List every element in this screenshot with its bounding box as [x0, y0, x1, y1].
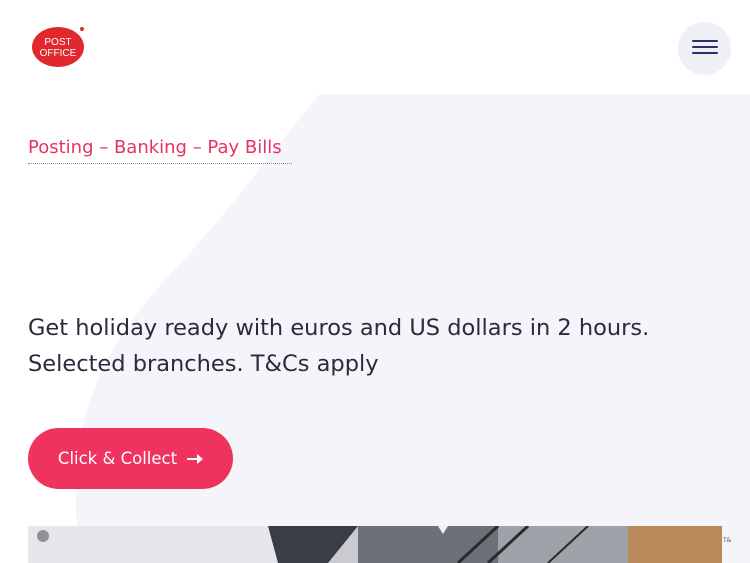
- site-header: POST OFFICE: [0, 0, 750, 94]
- hero-image: [28, 526, 722, 563]
- cta-label: Click & Collect: [57, 449, 178, 468]
- promo-text: Get holiday ready with euros and US doll…: [28, 315, 650, 377]
- svg-text:POST: POST: [44, 37, 71, 48]
- arrow-right-icon: [187, 449, 204, 468]
- image-corner-text: T&: [723, 537, 732, 544]
- hamburger-menu-icon: [691, 39, 718, 59]
- menu-button[interactable]: [678, 22, 731, 75]
- post-office-logo[interactable]: POST OFFICE: [31, 26, 85, 68]
- svg-text:OFFICE: OFFICE: [40, 48, 77, 59]
- page: POST OFFICE Posting – Banking – Pay Bill…: [0, 0, 750, 563]
- click-and-collect-button[interactable]: Click & Collect: [28, 428, 233, 489]
- services-link[interactable]: Posting – Banking – Pay Bills: [28, 135, 292, 164]
